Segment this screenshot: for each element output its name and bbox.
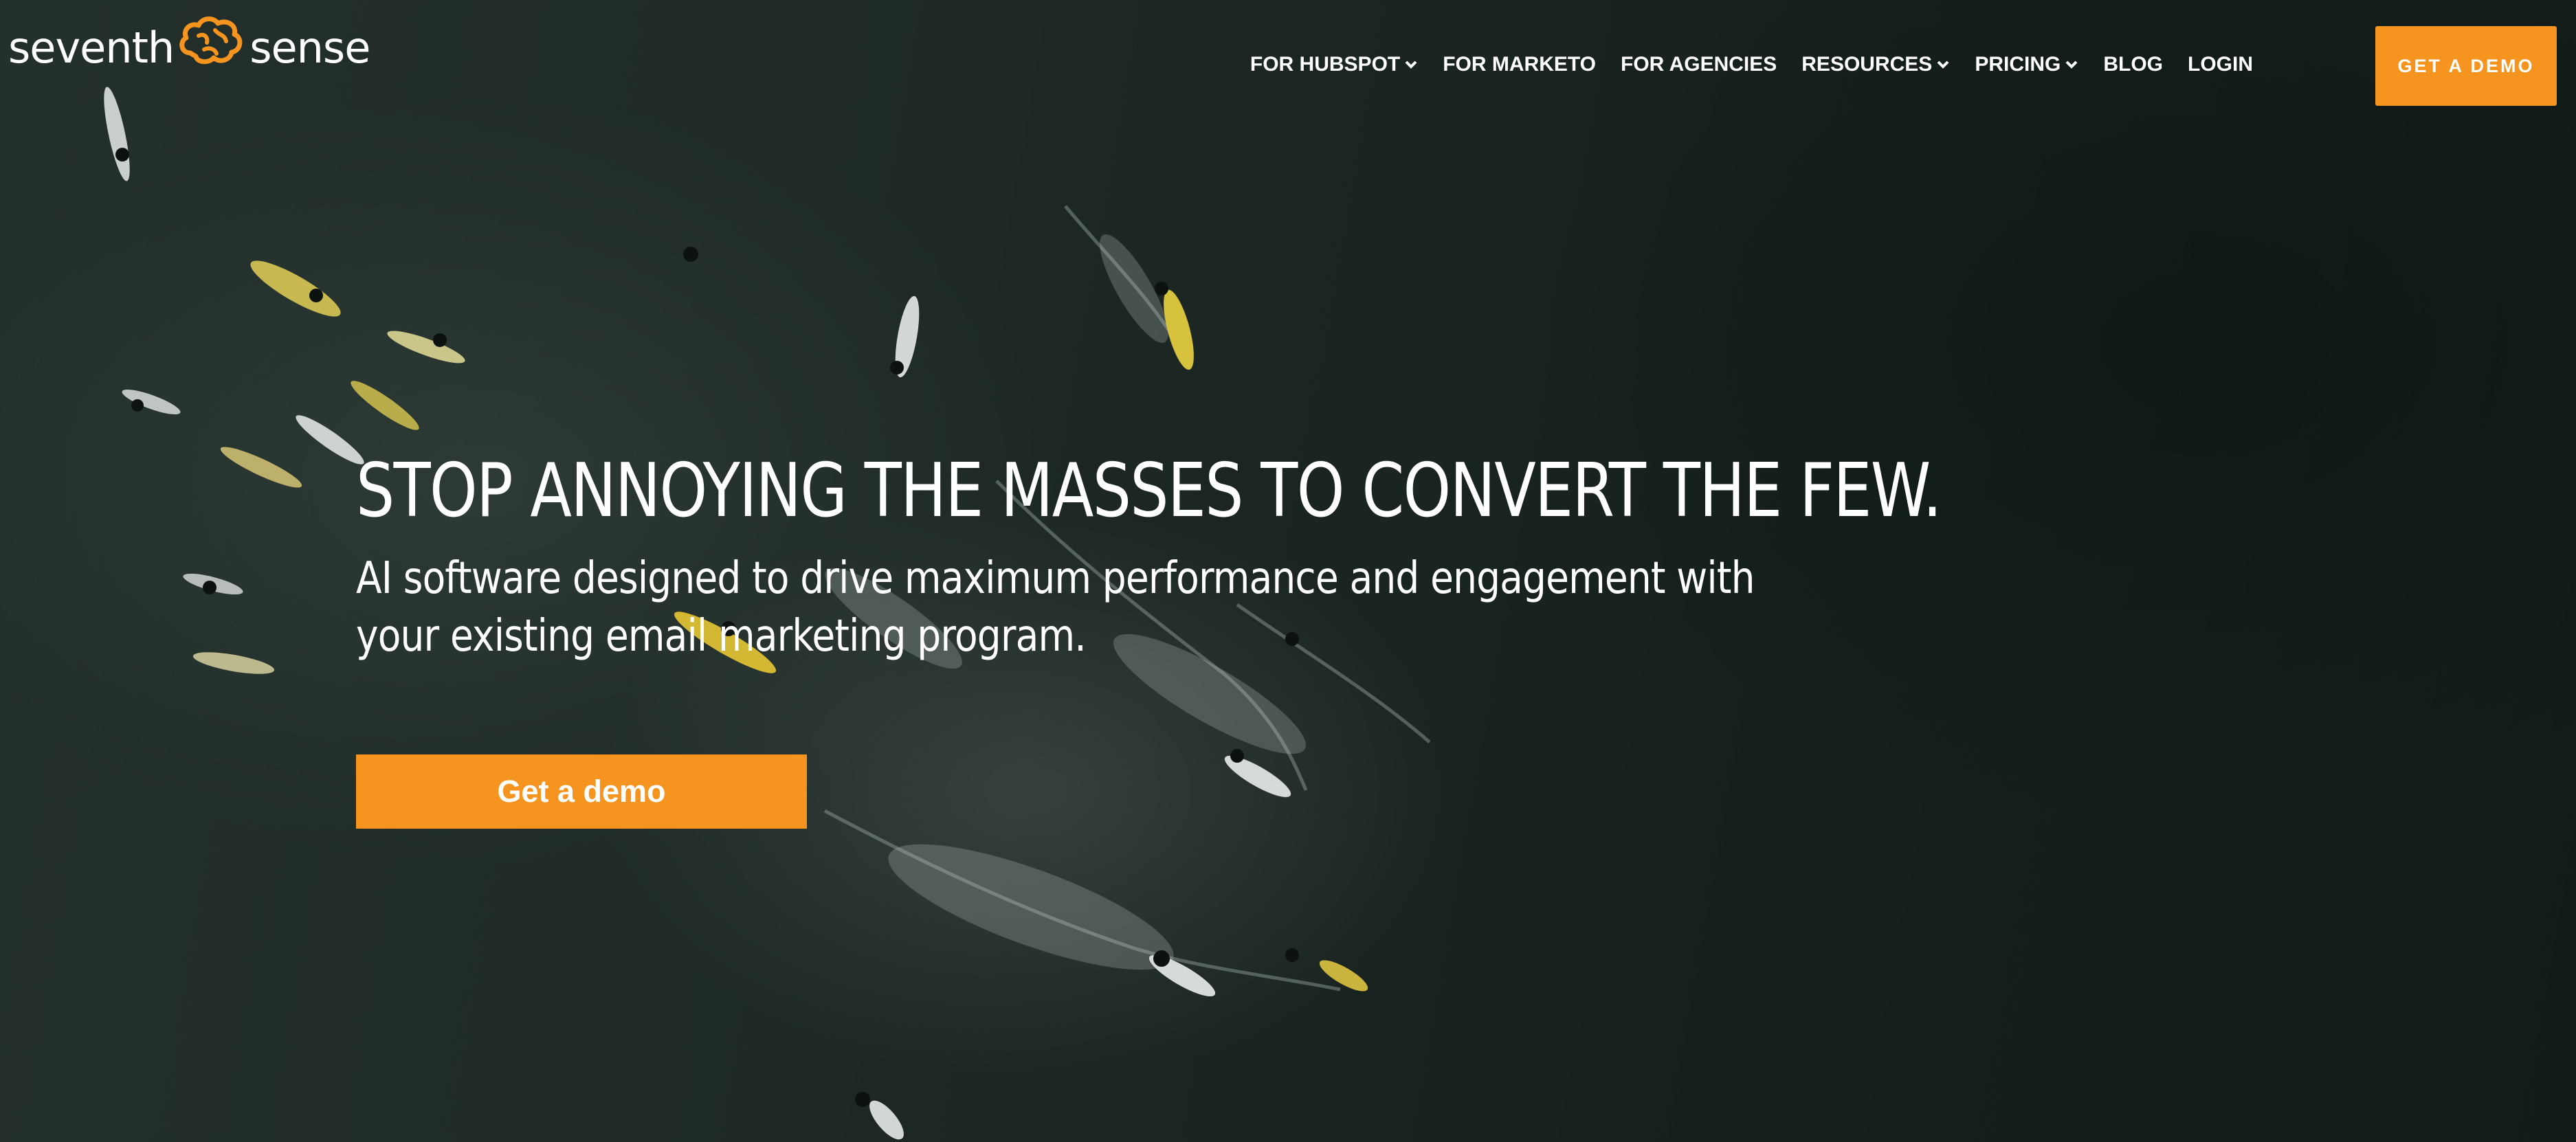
logo-word-right: sense xyxy=(249,22,370,73)
logo-word-left: seventh xyxy=(8,22,175,73)
nav-item-label: BLOG xyxy=(2103,53,2163,76)
nav-item-for-agencies[interactable]: FOR AGENCIES xyxy=(1621,53,1777,76)
get-a-demo-header-button[interactable]: GET A DEMO xyxy=(2375,26,2557,106)
nav-item-label: PRICING xyxy=(1975,53,2061,76)
main-nav: FOR HUBSPOT FOR MARKETO FOR AGENCIES RES… xyxy=(1250,44,2253,85)
nav-item-for-marketo[interactable]: FOR MARKETO xyxy=(1443,53,1596,76)
nav-item-pricing[interactable]: PRICING xyxy=(1975,53,2078,76)
nav-item-label: FOR HUBSPOT xyxy=(1250,53,1401,76)
hero-subheadline: AI software designed to drive maximum pe… xyxy=(356,553,1755,662)
get-a-demo-cta-button[interactable]: Get a demo xyxy=(356,754,807,829)
chevron-down-icon xyxy=(1405,60,1417,69)
hero-section: STOP ANNOYING THE MASSES TO CONVERT THE … xyxy=(356,447,2143,665)
nav-item-label: FOR MARKETO xyxy=(1443,53,1597,76)
page: seventh sense FOR HUBSPOT FOR MARKETO FO… xyxy=(0,0,2576,1142)
nav-item-resources[interactable]: RESOURCES xyxy=(1801,53,1950,76)
nav-item-label: RESOURCES xyxy=(1801,53,1933,76)
nav-item-login[interactable]: LOGIN xyxy=(2188,53,2253,76)
chevron-down-icon xyxy=(2065,60,2078,69)
nav-item-for-hubspot[interactable]: FOR HUBSPOT xyxy=(1250,53,1418,76)
nav-item-label: FOR AGENCIES xyxy=(1621,53,1777,76)
nav-item-blog[interactable]: BLOG xyxy=(2103,53,2163,76)
chevron-down-icon xyxy=(1937,60,1949,69)
hero-headline: STOP ANNOYING THE MASSES TO CONVERT THE … xyxy=(356,448,1942,534)
logo[interactable]: seventh sense xyxy=(8,10,370,85)
nav-item-label: LOGIN xyxy=(2188,53,2253,76)
brain-icon xyxy=(177,15,245,80)
